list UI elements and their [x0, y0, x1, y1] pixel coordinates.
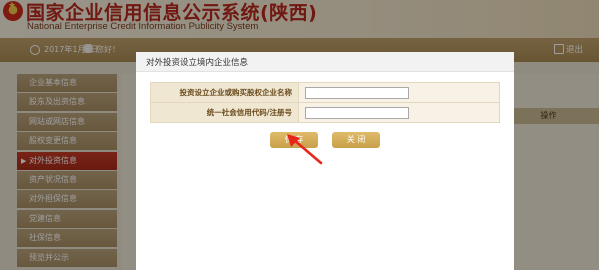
form-row: 投资设立企业或购买股权企业名称	[150, 82, 500, 103]
credit-code-input[interactable]	[305, 106, 409, 119]
company-name-input[interactable]	[305, 86, 409, 99]
dialog-title: 对外投资设立境内企业信息	[146, 58, 249, 68]
annotation-arrow-icon	[287, 134, 323, 165]
company-name-label: 投资设立企业或购买股权企业名称	[150, 82, 299, 103]
form-row: 统一社会信用代码/注册号	[150, 102, 500, 123]
close-button[interactable]: 关 闭	[332, 132, 380, 148]
dialog-form: 投资设立企业或购买股权企业名称 统一社会信用代码/注册号	[150, 82, 500, 123]
investment-dialog: 对外投资设立境内企业信息 投资设立企业或购买股权企业名称 统一社会信用代码/注册…	[136, 52, 514, 270]
credit-code-label: 统一社会信用代码/注册号	[150, 102, 299, 123]
dialog-titlebar: 对外投资设立境内企业信息	[136, 52, 514, 72]
